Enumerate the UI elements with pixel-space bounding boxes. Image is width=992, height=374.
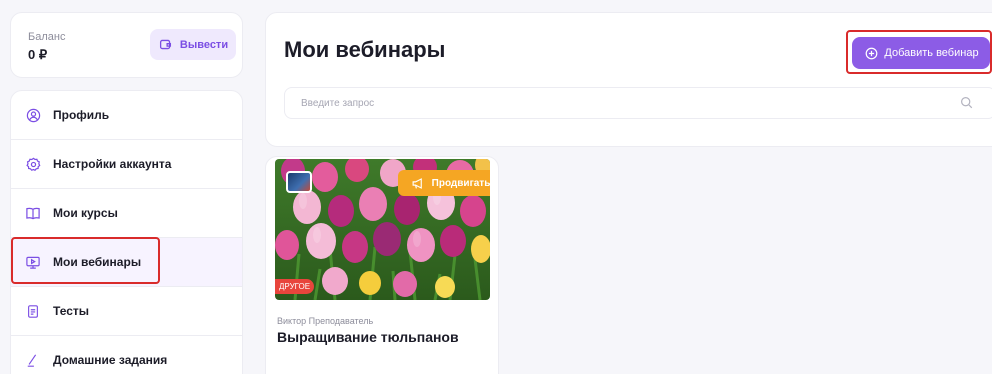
- withdraw-button[interactable]: Вывести: [150, 29, 236, 60]
- sidebar-item-homework[interactable]: Домашние задания: [11, 336, 242, 374]
- sidebar-nav: Профиль Настройки аккаунта Мои курсы Мои…: [10, 90, 243, 374]
- author-avatar: [286, 171, 312, 193]
- balance-card: Баланс 0 ₽ Вывести: [10, 12, 243, 78]
- user-circle-icon: [25, 107, 41, 123]
- webinar-title[interactable]: Выращивание тюльпанов: [277, 329, 459, 345]
- page-title: Мои вебинары: [284, 37, 446, 62]
- search-box: [284, 87, 992, 119]
- withdraw-label: Вывести: [179, 38, 229, 51]
- promote-label: Продвигать: [431, 177, 490, 189]
- sidebar-item-account-settings[interactable]: Настройки аккаунта: [11, 140, 242, 189]
- sidebar-item-tests[interactable]: Тесты: [11, 287, 242, 336]
- annotation-highlight-add-button: [846, 30, 992, 74]
- category-badge: ДРУГОЕ: [275, 279, 315, 294]
- annotation-highlight-sidebar: [11, 237, 160, 284]
- sidebar-item-profile[interactable]: Профиль: [11, 91, 242, 140]
- webinar-thumbnail: Продвигать ДРУГОЕ: [275, 159, 490, 300]
- promote-button[interactable]: Продвигать: [398, 170, 490, 196]
- search-input[interactable]: [285, 88, 945, 118]
- balance-value: 0 ₽: [28, 47, 48, 62]
- sidebar-item-label: Профиль: [53, 108, 110, 122]
- book-icon: [25, 205, 41, 221]
- sidebar-item-label: Настройки аккаунта: [53, 157, 172, 171]
- wallet-icon: [158, 37, 174, 53]
- sidebar-item-label: Тесты: [53, 304, 90, 318]
- balance-label: Баланс: [28, 31, 66, 43]
- sidebar-item-label: Мои курсы: [53, 206, 118, 220]
- gear-icon: [25, 156, 41, 172]
- document-icon: [25, 303, 41, 319]
- pen-icon: [25, 352, 41, 368]
- megaphone-icon: [410, 175, 426, 191]
- webinar-author: Виктор Преподаватель: [277, 316, 374, 326]
- search-icon[interactable]: [960, 96, 973, 114]
- webinar-card[interactable]: Продвигать ДРУГОЕ Виктор Преподаватель В…: [265, 156, 499, 374]
- sidebar-item-my-courses[interactable]: Мои курсы: [11, 189, 242, 238]
- sidebar-item-label: Домашние задания: [53, 353, 168, 367]
